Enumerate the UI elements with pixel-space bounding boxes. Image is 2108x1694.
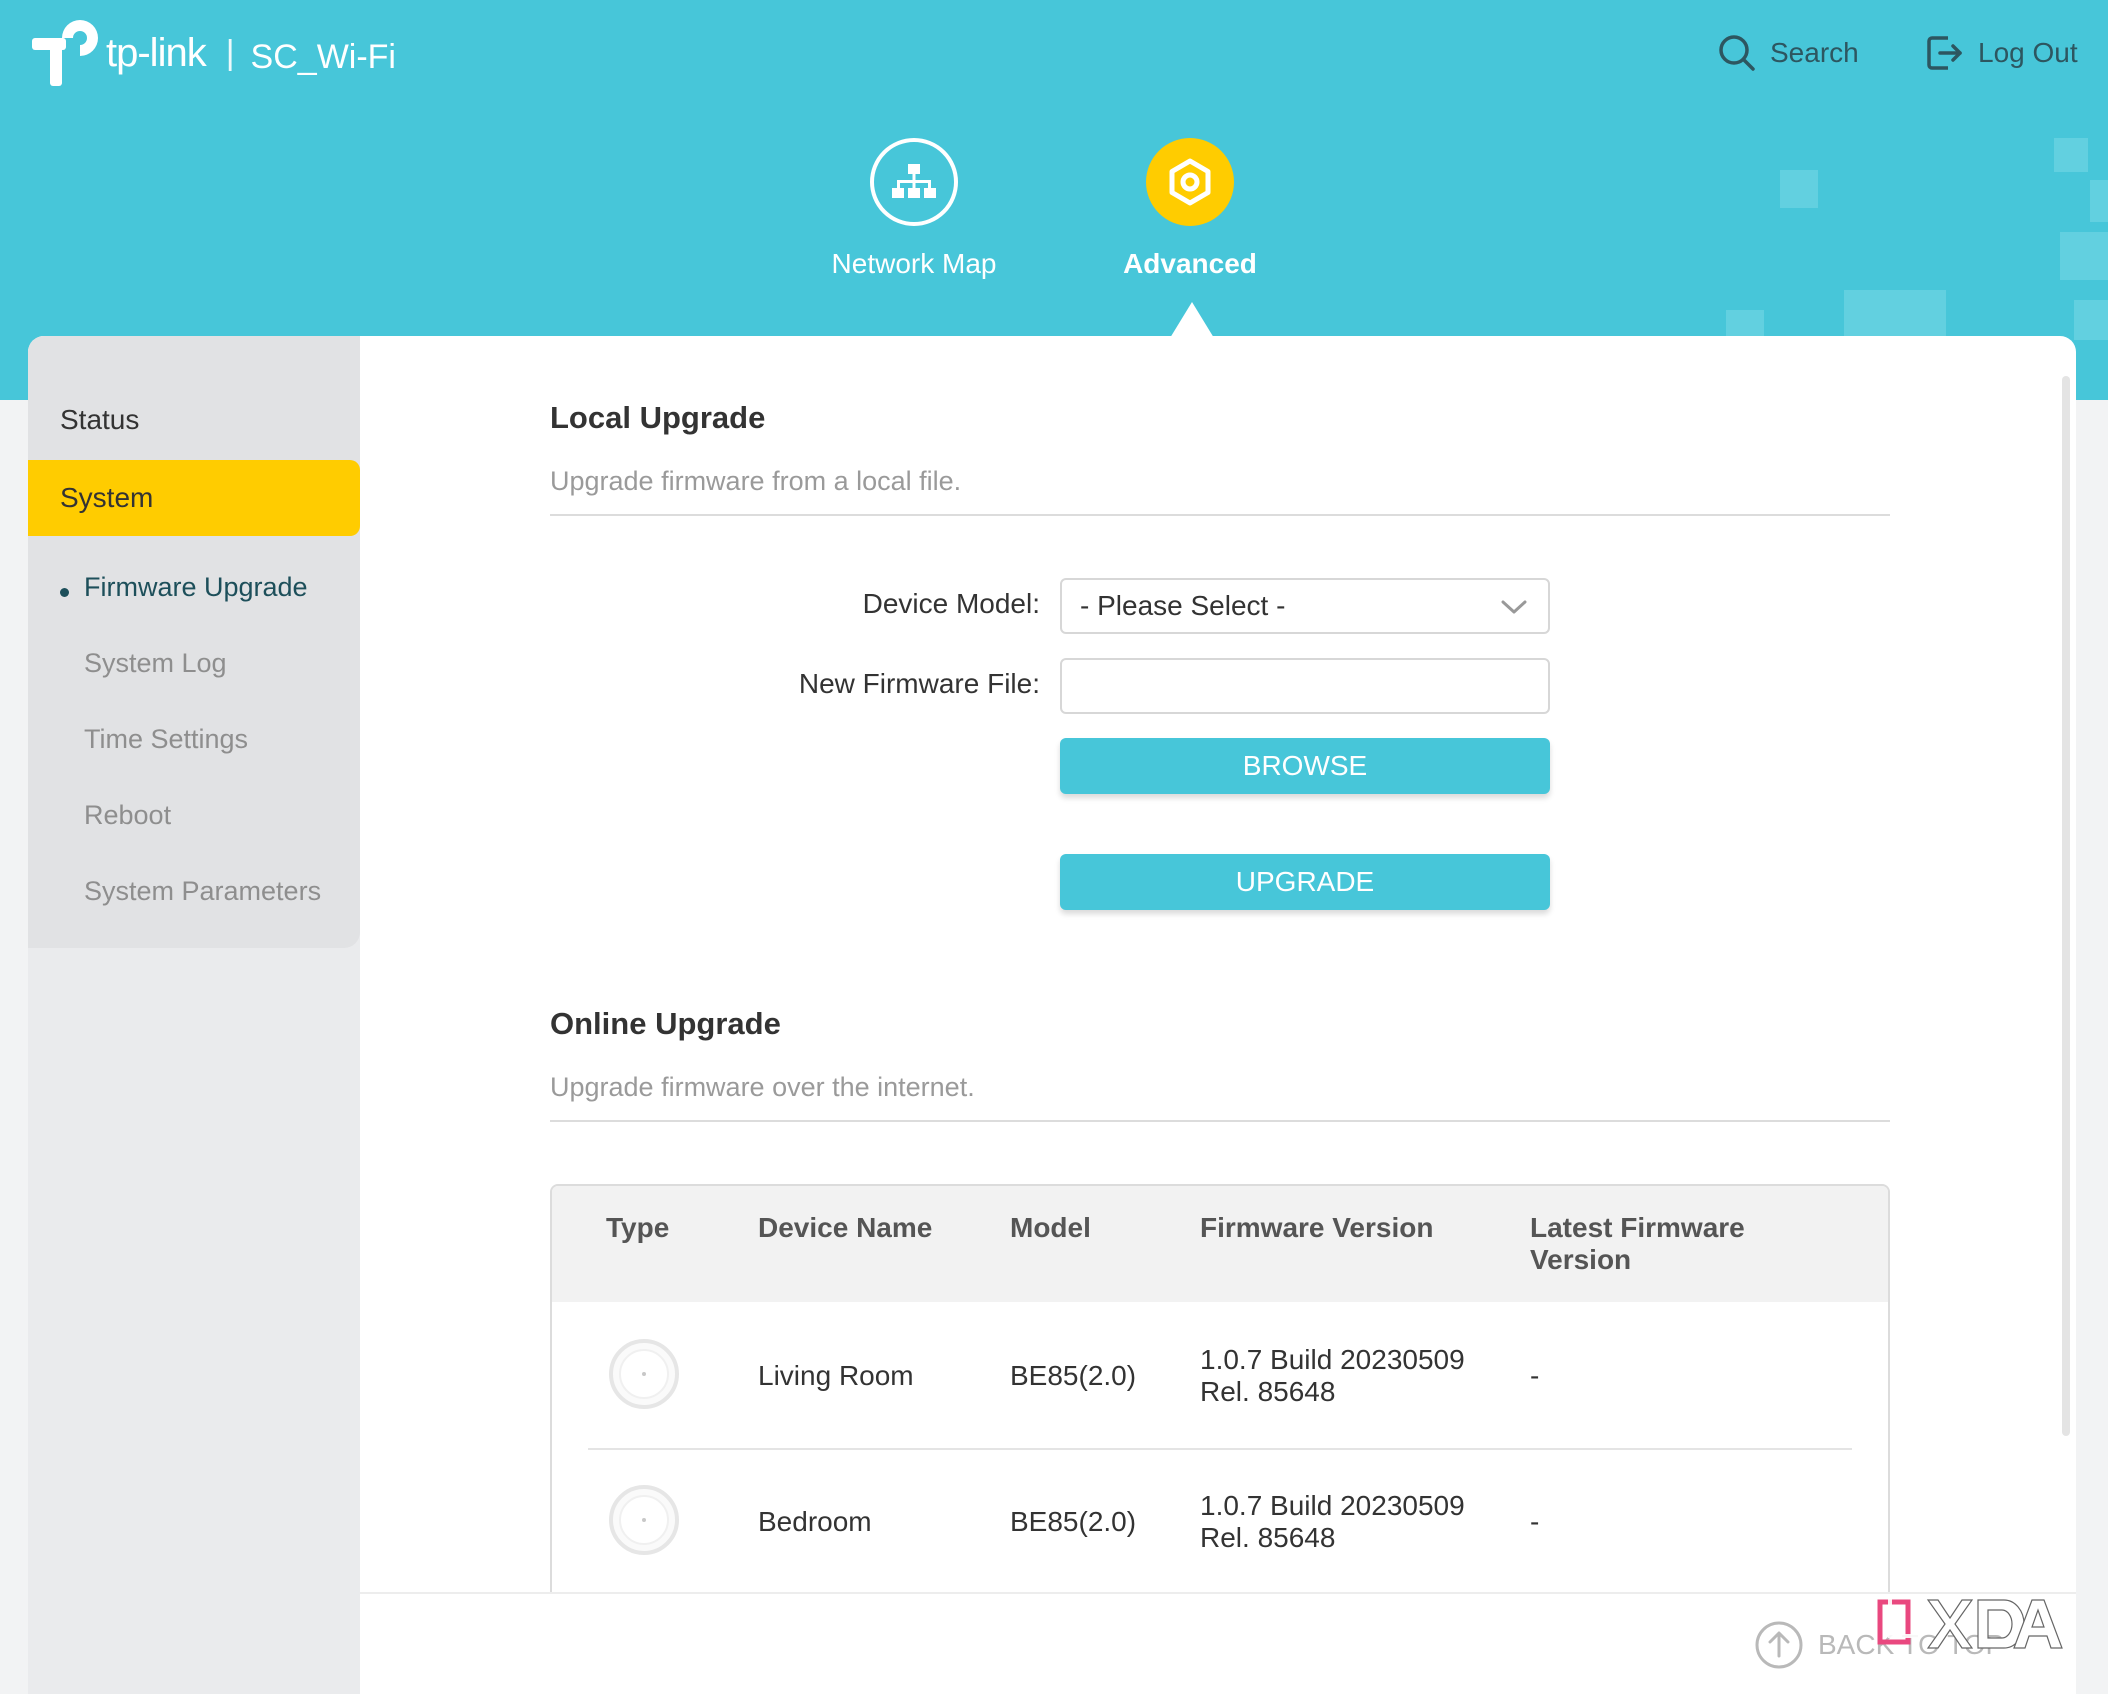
sidebar-item-system[interactable]: System	[28, 460, 360, 536]
device-model-value: - Please Select -	[1080, 590, 1286, 621]
section-divider	[550, 514, 1890, 516]
network-ssid: SC_Wi-Fi	[250, 37, 396, 76]
column-header-model: Model	[1010, 1212, 1091, 1243]
device-model: BE85(2.0)	[1010, 1506, 1137, 1537]
column-header-firmware-version: Firmware Version	[1200, 1212, 1434, 1243]
active-indicator-dot	[60, 588, 69, 597]
sidebar-item-firmware-upgrade[interactable]: Firmware Upgrade	[84, 572, 308, 603]
logout-icon	[1927, 36, 1962, 70]
arrow-up-circle-icon	[1755, 1621, 1803, 1669]
column-header-latest-firmware-version: Latest Firmware Version	[1530, 1212, 1745, 1275]
firmware-file-field[interactable]	[1060, 658, 1550, 714]
sidebar-item-status[interactable]: Status	[60, 404, 139, 436]
tab-network-map[interactable]: Network Map	[794, 138, 1034, 280]
sidebar-item-reboot[interactable]: Reboot	[84, 800, 171, 831]
column-header-device-name: Device Name	[758, 1212, 933, 1243]
sidebar-item-system-parameters[interactable]: System Parameters	[84, 876, 321, 907]
local-upgrade-title: Local Upgrade	[550, 400, 766, 435]
firmware-version-build: 1.0.7 Build 20230509	[1200, 1344, 1465, 1375]
active-tab-pointer	[1170, 302, 1214, 338]
device-model-label: Device Model:	[862, 588, 1040, 619]
logout-button[interactable]: Log Out	[1926, 34, 2078, 72]
table-header: Type Device Name Model Firmware Version …	[552, 1186, 1888, 1302]
latest-firmware-version: -	[1530, 1360, 1540, 1391]
firmware-version: 1.0.7 Build 20230509 Rel. 85648	[1200, 1344, 1465, 1408]
search-label: Search	[1770, 37, 1859, 68]
sidebar-panel: Status System Firmware Upgrade System Lo…	[28, 336, 360, 948]
search-icon	[1719, 35, 1755, 71]
firmware-version: 1.0.7 Build 20230509 Rel. 85648	[1200, 1490, 1465, 1554]
sidebar-item-system-log[interactable]: System Log	[84, 648, 227, 679]
brand-name: tp-link	[106, 30, 207, 75]
device-firmware-table: Type Device Name Model Firmware Version …	[550, 1184, 1890, 1604]
decor-square	[1726, 310, 1764, 336]
advanced-gear-icon	[1146, 138, 1234, 226]
router-device-icon	[609, 1485, 679, 1555]
logout-label: Log Out	[1978, 37, 2078, 68]
tab-advanced-label: Advanced	[1123, 248, 1257, 279]
table-row: Bedroom BE85(2.0) 1.0.7 Build 20230509 R…	[552, 1448, 1888, 1594]
firmware-version-release: Rel. 85648	[1200, 1376, 1336, 1407]
firmware-file-label: New Firmware File:	[798, 668, 1040, 699]
decor-square	[2090, 180, 2108, 222]
content-card: Status System Firmware Upgrade System Lo…	[28, 336, 2076, 1694]
online-upgrade-title: Online Upgrade	[550, 1006, 781, 1041]
column-header-type: Type	[606, 1212, 670, 1243]
tp-link-logo-icon	[32, 20, 98, 86]
decor-square	[2060, 232, 2108, 280]
xda-watermark-logo	[1877, 1594, 2063, 1649]
tab-network-map-label: Network Map	[831, 248, 997, 279]
table-row: Living Room BE85(2.0) 1.0.7 Build 202305…	[552, 1302, 1888, 1448]
router-device-icon	[609, 1339, 679, 1409]
scrollbar[interactable]	[2062, 376, 2070, 1436]
device-model-select[interactable]: - Please Select -	[1060, 578, 1550, 634]
device-model: BE85(2.0)	[1010, 1360, 1137, 1391]
latest-firmware-version: -	[1530, 1506, 1540, 1537]
chevron-down-icon	[1501, 600, 1527, 614]
upgrade-button[interactable]: UPGRADE	[1060, 854, 1550, 910]
brand-separator: |	[225, 33, 235, 72]
firmware-version-release: Rel. 85648	[1200, 1522, 1336, 1553]
sidebar: Status System Firmware Upgrade System Lo…	[28, 336, 360, 1694]
decor-square	[1844, 290, 1946, 336]
device-name: Bedroom	[758, 1506, 872, 1537]
network-map-icon	[870, 138, 958, 226]
sidebar-item-time-settings[interactable]: Time Settings	[84, 724, 248, 755]
online-upgrade-description: Upgrade firmware over the internet.	[550, 1072, 975, 1102]
browse-button[interactable]: BROWSE	[1060, 738, 1550, 794]
decor-square	[1780, 170, 1818, 208]
tab-advanced[interactable]: Advanced	[1070, 138, 1310, 280]
firmware-version-build: 1.0.7 Build 20230509	[1200, 1490, 1465, 1521]
search-button[interactable]: Search	[1718, 34, 1859, 72]
section-divider	[550, 1120, 1890, 1122]
decor-square	[2074, 300, 2108, 340]
decor-square	[2054, 138, 2088, 172]
device-name: Living Room	[758, 1360, 914, 1391]
brand-logo[interactable]: tp-link | SC_Wi-Fi	[28, 16, 396, 90]
local-upgrade-description: Upgrade firmware from a local file.	[550, 466, 962, 496]
